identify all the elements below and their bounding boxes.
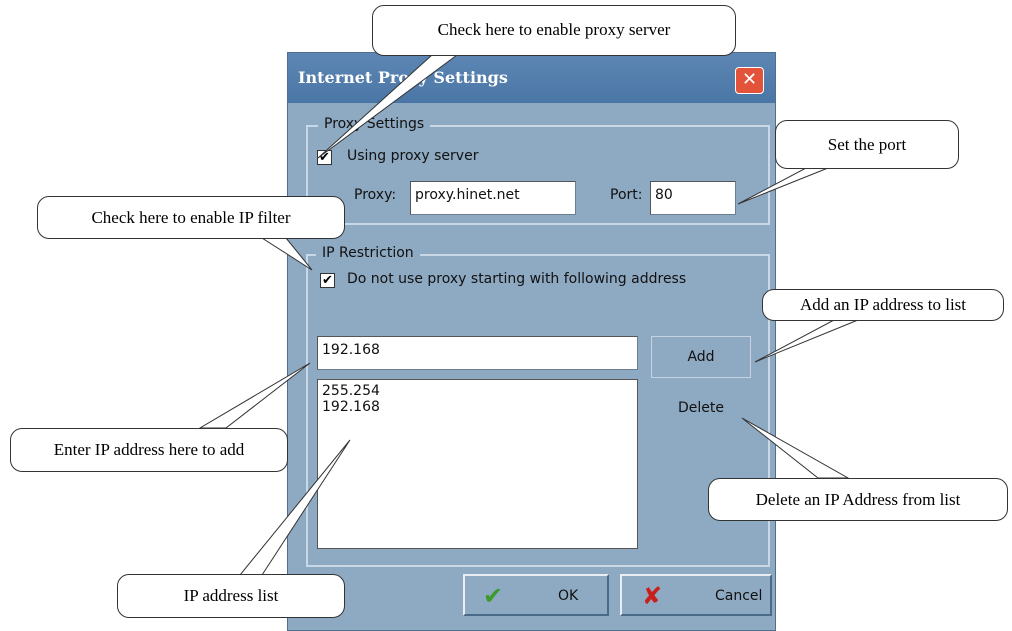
callout-set-port: Set the port xyxy=(775,120,959,169)
callout-enable-filter: Check here to enable IP filter xyxy=(37,196,345,239)
callout-ip-list: IP address list xyxy=(117,574,345,618)
callout-enable-proxy: Check here to enable proxy server xyxy=(372,5,736,56)
callout-delete-from-list: Delete an IP Address from list xyxy=(708,478,1008,521)
pointer-set-port xyxy=(737,167,829,205)
pointer-enter-ip xyxy=(198,362,311,429)
pointer-enable-filter xyxy=(260,237,313,271)
pointer-enable-proxy xyxy=(317,54,459,159)
callout-enter-ip: Enter IP address here to add xyxy=(10,428,288,472)
callout-add-to-list: Add an IP address to list xyxy=(762,289,1004,321)
pointer-add xyxy=(754,319,859,363)
pointer-delete xyxy=(741,417,850,479)
